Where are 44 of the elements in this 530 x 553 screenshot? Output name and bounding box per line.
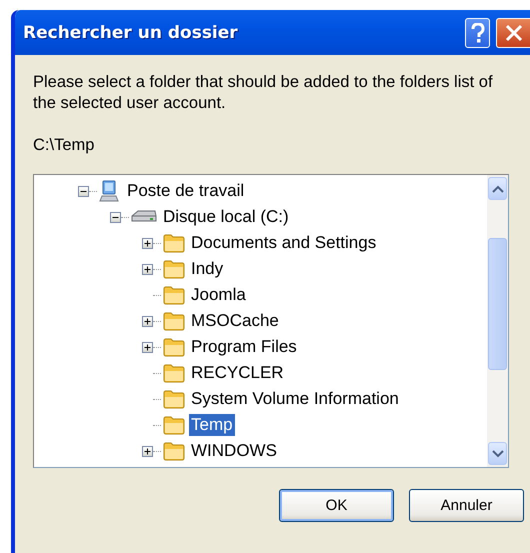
computer-icon [99, 180, 121, 202]
dialog-button[interactable]: Annuler [409, 489, 524, 522]
folder-icon [163, 259, 185, 279]
drive-icon [131, 210, 157, 224]
expand-icon[interactable] [142, 316, 153, 326]
tree-item[interactable]: Disque local (C:) [161, 206, 291, 228]
tree-item[interactable]: Program Files [189, 336, 299, 358]
tree-item[interactable]: Indy [189, 258, 226, 280]
selected-path: C:\Temp [33, 136, 96, 155]
expand-icon[interactable] [142, 238, 153, 248]
tree-item[interactable]: Temp [189, 414, 235, 436]
window-title: Rechercher un dossier [23, 22, 239, 42]
scroll-down-button[interactable] [488, 442, 507, 465]
tree-item[interactable]: Documents and Settings [189, 232, 378, 254]
help-button[interactable] [465, 18, 490, 48]
dialog-button[interactable]: OK [279, 489, 394, 522]
scroll-up-button[interactable] [488, 177, 507, 200]
collapse-icon[interactable] [110, 212, 121, 222]
expand-icon[interactable] [142, 264, 153, 274]
folder-icon [163, 441, 185, 461]
folder-icon [163, 363, 185, 383]
folder-icon [163, 285, 185, 305]
tree-item[interactable]: RECYCLER [189, 362, 286, 384]
help-icon [470, 22, 486, 42]
close-icon [504, 24, 522, 42]
folder-icon [163, 337, 185, 357]
chevron-up-icon [492, 184, 504, 192]
folder-icon [163, 415, 185, 435]
folder-icon [163, 233, 185, 253]
collapse-icon[interactable] [78, 186, 89, 196]
chevron-down-icon [492, 450, 504, 458]
instruction-text: Please select a folder that should be added to the folders list of the selected user account. [33, 72, 494, 114]
expand-icon[interactable] [142, 342, 153, 352]
folder-icon [163, 389, 185, 409]
tree-item[interactable]: Joomla [189, 284, 248, 306]
close-button[interactable] [496, 18, 530, 48]
folder-icon [163, 311, 185, 331]
tree-item[interactable]: System Volume Information [189, 388, 401, 410]
expand-icon[interactable] [142, 446, 153, 456]
tree-item[interactable]: Poste de travail [125, 180, 246, 202]
scroll-thumb[interactable] [488, 238, 507, 370]
tree-item[interactable]: MSOCache [189, 310, 281, 332]
tree-item[interactable]: WINDOWS [189, 440, 279, 462]
scrollbar[interactable] [487, 175, 508, 467]
